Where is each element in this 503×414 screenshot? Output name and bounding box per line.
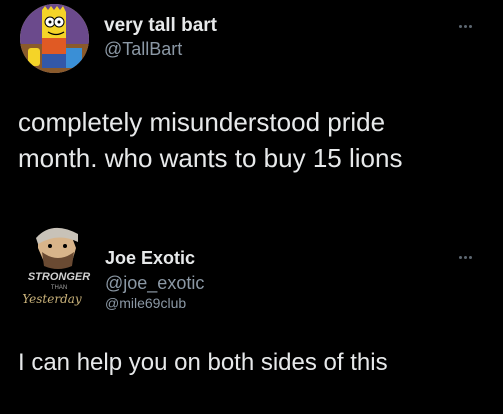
tweet-text-line: completely misunderstood pride <box>18 107 386 137</box>
display-name[interactable]: very tall bart <box>104 15 217 37</box>
secondary-handle[interactable]: @mile69club <box>105 295 186 311</box>
tweet-text: I can help you on both sides of this <box>18 349 388 376</box>
tweet-text-line: month. who wants to buy 15 lions <box>18 143 403 173</box>
user-handle[interactable]: @TallBart <box>104 39 182 60</box>
bart-simpson-avatar-icon[interactable] <box>20 4 89 73</box>
user-handle[interactable]: @joe_exotic <box>105 273 204 294</box>
tweet-text: completely misunderstood pride month. wh… <box>18 104 402 176</box>
more-options-icon[interactable] <box>459 255 473 261</box>
display-name[interactable]: Joe Exotic <box>105 248 195 269</box>
avatar-text: STRONGER <box>28 271 90 283</box>
tweet-1[interactable]: very tall bart @TallBart completely misu… <box>0 0 503 205</box>
joe-exotic-avatar-icon[interactable]: STRONGER THAN Yesterday <box>22 222 96 310</box>
avatar-text: Yesterday <box>22 292 82 306</box>
more-options-icon[interactable] <box>459 24 473 30</box>
avatar-text: THAN <box>51 285 67 291</box>
